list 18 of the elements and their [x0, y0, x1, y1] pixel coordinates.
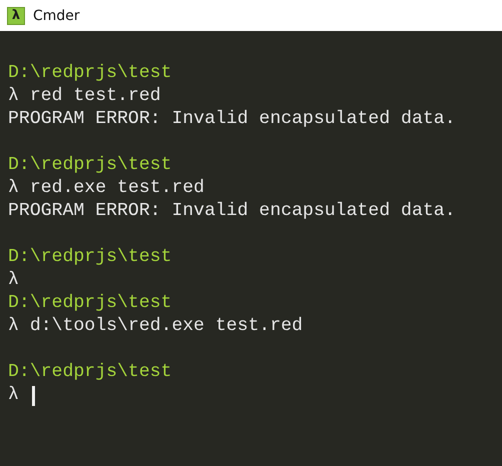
command-text: red test.red	[30, 85, 161, 108]
error-output: PROGRAM ERROR: Invalid encapsulated data.	[8, 200, 456, 223]
error-output: PROGRAM ERROR: Invalid encapsulated data.	[8, 108, 456, 131]
text-cursor	[32, 386, 35, 406]
prompt-symbol: λ	[8, 269, 19, 292]
prompt-symbol: λ	[8, 384, 19, 407]
window-title: Cmder	[33, 8, 80, 24]
path-line: D:\redprjs\test	[8, 361, 172, 384]
command-text: d:\tools\red.exe test.red	[30, 315, 303, 338]
app-icon: λ	[7, 6, 25, 24]
prompt-symbol: λ	[8, 177, 19, 200]
path-line: D:\redprjs\test	[8, 62, 172, 85]
prompt-symbol: λ	[8, 315, 19, 338]
path-line: D:\redprjs\test	[8, 154, 172, 177]
command-text: red.exe test.red	[30, 177, 204, 200]
path-line: D:\redprjs\test	[8, 292, 172, 315]
path-line: D:\redprjs\test	[8, 246, 172, 269]
prompt-symbol: λ	[8, 85, 19, 108]
